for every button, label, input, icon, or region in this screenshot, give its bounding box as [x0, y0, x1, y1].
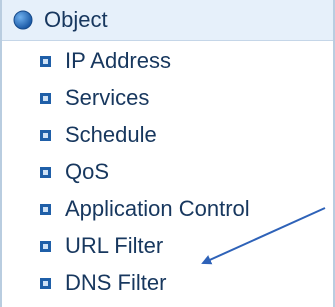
object-menu-header[interactable]: Object: [2, 0, 333, 41]
square-bullet-icon: [40, 277, 51, 289]
square-bullet-icon: [40, 129, 51, 141]
menu-item-dns-filter[interactable]: DNS Filter: [40, 267, 166, 299]
menu-item-label: Schedule: [65, 122, 157, 147]
square-bullet-icon: [40, 166, 51, 178]
square-bullet-icon: [40, 55, 51, 67]
object-menu-panel: Object IP Address Services Schedule QoS …: [0, 0, 335, 307]
menu-item-schedule[interactable]: Schedule: [40, 119, 157, 151]
square-bullet-icon: [40, 92, 51, 104]
menu-item-url-filter[interactable]: URL Filter: [40, 230, 163, 262]
menu-item-qos[interactable]: QoS: [40, 156, 109, 188]
square-bullet-icon: [40, 240, 51, 252]
square-bullet-icon: [40, 203, 51, 215]
menu-item-services[interactable]: Services: [40, 82, 149, 114]
menu-item-label: IP Address: [65, 48, 171, 73]
menu-item-label: QoS: [65, 159, 110, 184]
menu-item-label: Application Control: [65, 196, 250, 221]
menu-item-application-control[interactable]: Application Control: [40, 193, 250, 225]
blue-circle-icon: [13, 10, 33, 30]
menu-item-label: DNS Filter: [65, 270, 167, 295]
menu-item-ip-address[interactable]: IP Address: [40, 45, 171, 77]
object-menu-title: Object: [44, 7, 108, 32]
menu-item-label: URL Filter: [65, 233, 164, 258]
menu-item-label: Services: [65, 85, 150, 110]
